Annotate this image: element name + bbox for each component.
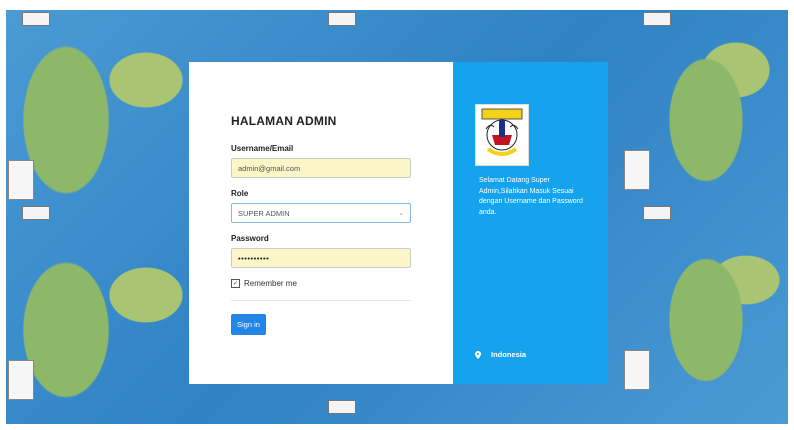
location: Indonesia (475, 350, 526, 359)
password-field[interactable]: •••••••••• (231, 248, 411, 268)
location-label: Indonesia (491, 350, 527, 359)
username-value: admin@gmail.com (238, 163, 301, 173)
username-field[interactable]: admin@gmail.com (231, 158, 411, 178)
map-legend (624, 150, 650, 190)
emblem-logo (475, 104, 529, 166)
remember-checkbox[interactable]: ✓ (231, 279, 240, 288)
password-value: •••••••••• (238, 253, 270, 263)
map-title-box (643, 12, 671, 26)
map-title-box (643, 206, 671, 220)
map-legend (624, 350, 650, 390)
password-label: Password (231, 234, 269, 243)
map-title-box (22, 12, 50, 26)
map-title-box (328, 12, 356, 26)
divider (231, 300, 411, 301)
remember-label: Remember me (244, 279, 297, 288)
username-label: Username/Email (231, 144, 294, 153)
welcome-text: Selamat Datang Super Admin,Silahkan Masu… (479, 177, 583, 216)
map-pin-icon (475, 350, 481, 359)
page-title: HALAMAN ADMIN (231, 114, 337, 128)
role-value: SUPER ADMIN (238, 208, 290, 218)
map-title-box (328, 400, 356, 414)
role-label: Role (231, 189, 249, 198)
chevron-down-icon: ⌄ (398, 210, 404, 217)
map-legend (8, 360, 34, 400)
info-panel: Selamat Datang Super Admin,Silahkan Masu… (453, 62, 608, 384)
login-form-panel: HALAMAN ADMIN Username/Email admin@gmail… (189, 62, 453, 384)
remember-me[interactable]: ✓ Remember me (231, 279, 411, 288)
map-title-box (22, 206, 50, 220)
map-legend (8, 160, 34, 200)
signin-button[interactable]: Sign in (231, 314, 266, 335)
role-select[interactable]: SUPER ADMIN ⌄ (231, 203, 411, 223)
